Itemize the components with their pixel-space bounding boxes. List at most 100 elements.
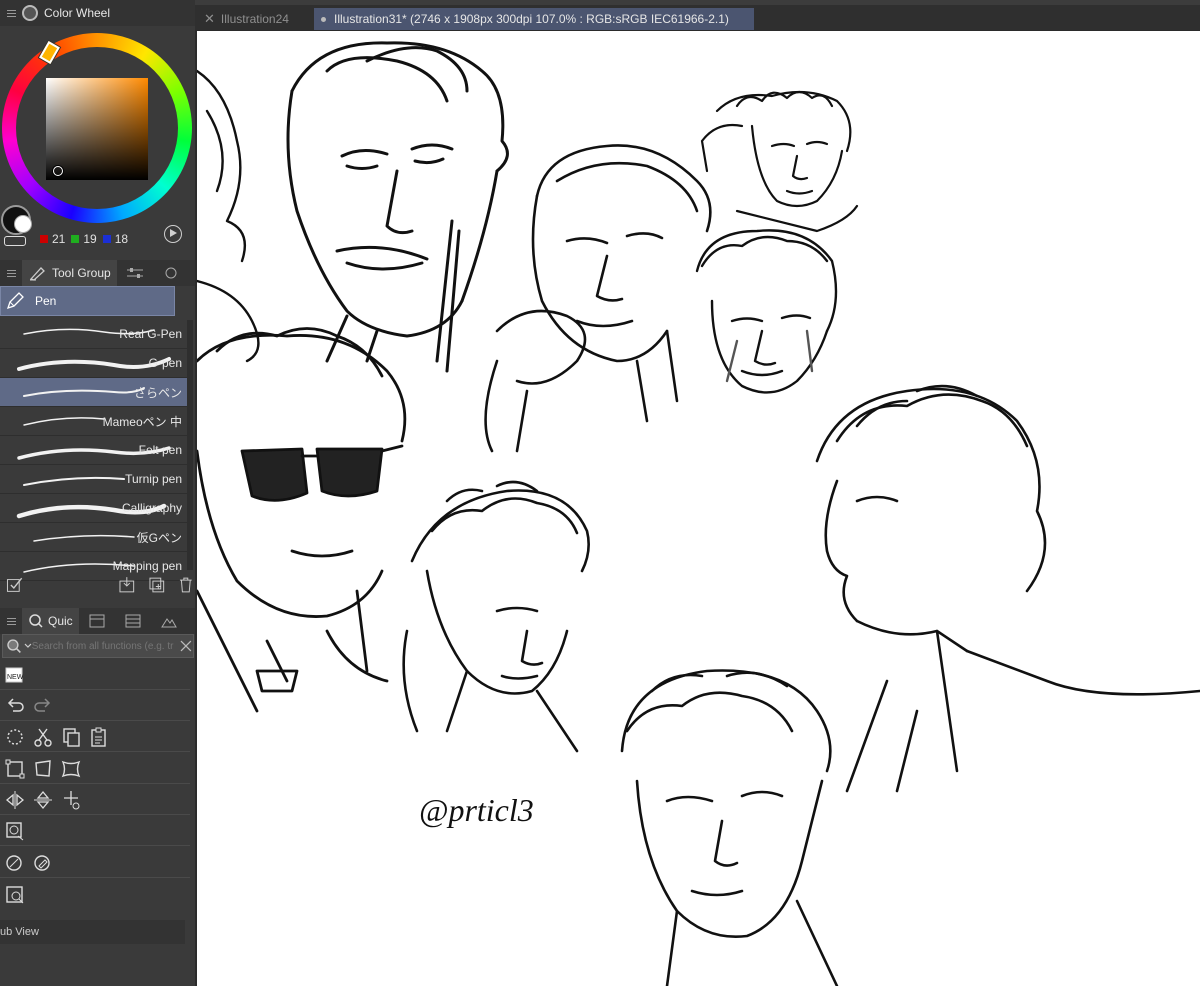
copy-icon[interactable] [60,726,82,748]
scale-icon[interactable] [4,758,26,780]
quick-row-reference [0,816,190,846]
new-canvas-icon[interactable]: NEW [4,664,26,686]
green-value-text: 19 [83,232,97,246]
navigator-window-icon[interactable] [4,884,26,906]
tab-layer-property[interactable] [79,608,115,634]
layer-search-icon [125,614,141,628]
cut-icon[interactable] [32,726,54,748]
select-layer-icon[interactable] [4,852,26,874]
sketch-head-bottom [620,669,839,986]
artist-signature: @prticl3 [419,792,534,828]
clear-icon[interactable] [4,726,26,748]
sketch-head-sunglasses [197,327,407,713]
import-icon[interactable] [118,576,136,594]
tab-quick-access[interactable]: Quic [22,608,79,634]
drawing-canvas[interactable]: @prticl3 [197,31,1200,986]
green-value: 19 [71,232,97,246]
brush-item[interactable]: Real G-Pen [0,320,190,349]
tab-illustration24[interactable]: ✕ Illustration24 [198,8,312,30]
sliders-icon [126,268,143,278]
sketch-head-shaded [695,229,838,394]
panel-menu-icon[interactable] [0,269,22,277]
brush-item-label: Calligraphy [121,501,182,515]
blue-value: 18 [102,232,129,246]
flip-horizontal-icon[interactable] [4,789,26,811]
brush-list: Real G-Pen G-pen さらペン Mameoペン 中 Felt pen Turn… [0,320,190,581]
close-icon[interactable] [179,639,193,653]
panel-menu-icon[interactable] [0,617,22,625]
search-icon[interactable] [6,638,22,654]
close-icon[interactable]: ✕ [204,11,215,27]
brush-list-scrollbar[interactable] [187,320,193,570]
brush-item-label: さらペン [133,385,182,400]
settings-check-icon[interactable] [6,576,24,594]
red-value: 21 [40,232,65,246]
brush-item[interactable]: G-pen [0,349,190,378]
brush-item[interactable]: Mameoペン 中 [0,407,190,436]
sketch-artwork: @prticl3 [197,41,1200,986]
tab-tool-group-label: Tool Group [52,266,111,280]
sub-color-swatch[interactable] [14,215,32,233]
duplicate-icon[interactable] [148,576,166,594]
brush-item-label: Felt pen [138,443,182,457]
color-wheel-header: Color Wheel [0,0,195,26]
chevron-down-icon[interactable] [24,642,32,650]
search-input[interactable] [31,640,176,652]
tab-tool-property[interactable] [117,260,153,286]
unsaved-dot-icon [321,16,326,22]
sketch-head-hand [484,144,712,453]
blue-value-text: 18 [114,232,129,246]
brush-item-label: G-pen [148,356,182,370]
color-wheel-title: Color Wheel [44,6,111,20]
color-wheel-icon [22,5,38,21]
tab-brush-size[interactable] [153,260,189,286]
move-rotate-icon[interactable] [60,789,82,811]
tab-tool-group[interactable]: Tool Group [22,260,117,286]
red-value-text: 21 [52,232,66,246]
layer-property-icon [89,614,105,628]
pen-icon [6,292,24,310]
transparent-color-icon[interactable] [4,236,26,246]
brush-item[interactable]: 仮Gペン [0,523,190,552]
flip-vertical-icon[interactable] [32,789,54,811]
quick-access-icon [29,614,43,628]
sub-view-tab[interactable]: ub View [0,920,185,944]
select-color-icon[interactable] [32,852,54,874]
tab-layer-search[interactable] [115,608,151,634]
sub-tool-pen[interactable]: Pen [0,286,175,316]
brush-item[interactable]: Calligraphy [0,494,190,523]
pen-nib-icon [29,267,45,281]
panel-menu-icon[interactable] [0,9,22,17]
quick-row-history [0,691,190,721]
sub-tool-pen-label: Pen [35,294,57,308]
sketch-head-edge [197,69,260,363]
sketch-head-curly-center [402,480,590,753]
undo-icon[interactable] [4,695,26,717]
tab-illustration24-label: Illustration24 [220,12,289,26]
quick-access-header: Quic [0,608,195,634]
tool-group-footer [0,572,195,598]
brush-item-label: Mameoペン 中 [102,414,182,429]
quick-row-new: NEW [0,660,190,690]
quick-row-view [0,880,190,910]
play-icon[interactable] [164,225,182,243]
free-transform-icon[interactable] [32,758,54,780]
paste-icon[interactable] [88,726,110,748]
tab-illustration31[interactable]: Illustration31* (2746 x 1908px 300dpi 10… [314,8,754,30]
tool-group-header: Tool Group [0,260,195,286]
redo-icon[interactable] [32,695,54,717]
left-panel: Color Wheel 21 19 18 Tool Group Pen Real… [0,0,195,986]
brush-item[interactable]: Felt pen [0,436,190,465]
tab-navigator[interactable] [151,608,187,634]
mesh-transform-icon[interactable] [60,758,82,780]
brush-item-label: 仮Gペン [136,530,182,545]
saturation-value-square[interactable] [46,78,148,180]
quick-row-select [0,848,190,878]
brush-size-icon [165,267,177,279]
brush-item[interactable]: さらペン [0,378,190,407]
brush-item[interactable]: Turnip pen [0,465,190,494]
sketch-head-curly-small [700,90,859,233]
reference-layer-icon[interactable] [4,820,26,842]
sv-cursor[interactable] [53,166,63,176]
trash-icon[interactable] [177,576,195,594]
